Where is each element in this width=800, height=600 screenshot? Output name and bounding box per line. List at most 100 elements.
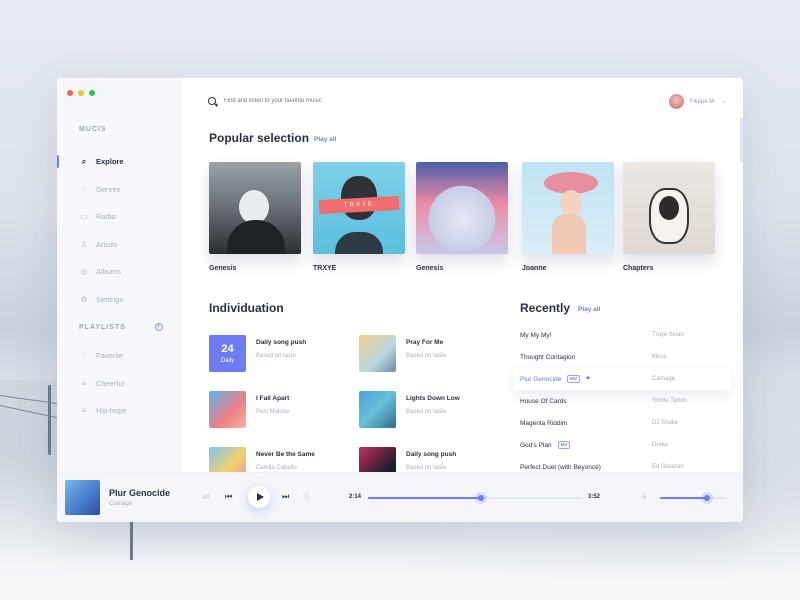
recent-track-title: Thought Contagion (520, 354, 652, 361)
now-playing-artist: Carnage (109, 501, 133, 507)
nav-item-artists[interactable]: ♙ Artists (57, 231, 181, 259)
lift-pole (48, 385, 51, 455)
seek-progress (368, 497, 482, 499)
search-input[interactable] (224, 98, 444, 104)
individuation-subtitle: Camila Cabello (256, 465, 297, 471)
close-dot[interactable] (67, 90, 73, 96)
recent-track-name: Perfect Duet (with Beyoncé) (520, 463, 601, 471)
album-card[interactable]: Chapters (623, 162, 715, 272)
avatar (668, 94, 684, 109)
recent-track-row[interactable]: House Of Cards Sidnie Tipton (520, 390, 725, 412)
add-playlist-icon[interactable]: + (155, 323, 163, 331)
album-card[interactable]: Genesis (209, 162, 301, 272)
individuation-item[interactable]: I Fall Apart Post Malone (209, 391, 289, 428)
minimize-dot[interactable] (78, 90, 84, 96)
list-icon: ≡ (81, 378, 87, 388)
individuation-subtitle: Based on taste (406, 409, 447, 415)
nav-item-radio[interactable]: ▭ Radio (57, 203, 181, 231)
individuation-title: Individuation (209, 301, 284, 315)
app-window: MUCIS ⌕ Explore ⁘ Genres ▭ Radio ♙ Artists ◎ Albu… (57, 78, 743, 522)
individuation-text: Daily song push Based on taste (256, 335, 306, 372)
previous-icon[interactable]: ⏮ (225, 493, 232, 501)
shuffle-icon[interactable]: ⤨ (302, 493, 308, 501)
nav-item-settings[interactable]: ⚙ Settings (57, 286, 181, 314)
individuation-text: Pray For Me Based on taste (406, 335, 446, 372)
individuation-title: Daily song push (256, 339, 307, 346)
playlist-item-label: Hip-hope (96, 406, 127, 416)
album-card[interactable]: Joanne (522, 162, 614, 272)
individuation-text: I Fall Apart Post Malone (256, 391, 289, 428)
scrollbar[interactable] (740, 118, 743, 162)
recent-track-row[interactable]: Magenta Riddim DJ Snake (520, 412, 725, 434)
individuation-item[interactable]: 24 Daily Daily song push Based on taste (209, 335, 306, 372)
volume-handle[interactable] (703, 495, 710, 501)
recent-track-title: Magenta Riddim (520, 420, 652, 427)
recent-track-name: Thought Contagion (520, 353, 576, 361)
recently-play-all[interactable]: Play all (578, 306, 600, 313)
nav-item-label: Explore (96, 157, 124, 167)
recent-track-name: My My My! (520, 331, 552, 339)
recently-list: My My My! Troye Sivan Thought Contagion Mus… (514, 324, 731, 478)
nav-item-genres[interactable]: ⁘ Genres (57, 176, 181, 204)
album-card[interactable]: TRXYE TRXYE (313, 162, 405, 272)
recent-track-row[interactable]: My My My! Troye Sivan (520, 324, 725, 346)
individuation-item[interactable]: Pray For Me Based on taste (359, 335, 446, 372)
album-title: Joanne (522, 265, 547, 272)
volume-level (660, 497, 707, 499)
recent-track-title: God's Plan MV (520, 441, 652, 449)
album-cover[interactable] (623, 162, 715, 254)
maximize-dot[interactable] (89, 90, 95, 96)
next-icon[interactable]: ⏭ (282, 493, 289, 501)
recently-title: Recently (520, 301, 571, 315)
cover-text: TRXYE (318, 195, 400, 215)
track-thumbnail[interactable] (359, 391, 396, 428)
album-card[interactable]: Genesis (416, 162, 508, 272)
individuation-subtitle: Post Malone (256, 409, 290, 415)
current-time: 2:14 (349, 494, 362, 500)
mv-badge[interactable]: MV (557, 441, 571, 449)
individuation-title: Lights Down Low (406, 395, 460, 402)
seek-handle[interactable] (478, 495, 485, 501)
user-name: Filippe M. (689, 98, 716, 105)
recent-track-row[interactable]: Plur Genocide MV 🔊︎ Carnage (514, 368, 731, 390)
search-bar (208, 97, 444, 105)
nav-item-explore[interactable]: ⌕ Explore (57, 148, 181, 176)
daily-badge[interactable]: 24 Daily (209, 335, 246, 372)
seek-bar[interactable] (368, 495, 582, 501)
track-thumbnail[interactable] (209, 391, 246, 428)
nav-item-label: Settings (96, 294, 124, 304)
play-icon (256, 493, 264, 501)
playlists-heading: PLAYLISTS + (79, 323, 163, 331)
recent-track-title: My My My! (520, 332, 652, 339)
volume-icon[interactable]: 🔈︎ (643, 493, 648, 501)
album-cover[interactable]: TRXYE (313, 162, 405, 254)
playlist-item-cheerful[interactable]: ≡ Cheerful (57, 370, 181, 398)
user-menu[interactable]: Filippe M. ⌄ (668, 94, 727, 109)
nav-item-label: Genres (96, 184, 121, 194)
search-icon (208, 97, 216, 105)
album-cover[interactable] (416, 162, 508, 254)
volume-bar[interactable] (660, 495, 726, 501)
recent-track-name: House Of Cards (520, 397, 567, 405)
individuation-item[interactable]: Lights Down Low Based on taste (359, 391, 460, 428)
recent-track-row[interactable]: Thought Contagion Muse (520, 346, 725, 368)
recent-track-artist: Ed Sheeran (652, 464, 684, 470)
mv-badge[interactable]: MV (567, 375, 580, 383)
album-cover[interactable] (522, 162, 614, 254)
track-thumbnail[interactable] (359, 335, 396, 372)
main-nav: ⌕ Explore ⁘ Genres ▭ Radio ♙ Artists ◎ Albums ⚙ Set… (57, 148, 181, 313)
nav-item-albums[interactable]: ◎ Albums (57, 258, 181, 286)
now-playing-cover[interactable] (65, 480, 100, 515)
playlists-label: PLAYLISTS (79, 323, 126, 331)
playlist-item-hip-hope[interactable]: ≡ Hip-hope (57, 397, 181, 425)
playlist-item-favorite[interactable]: ♡ Favorite (57, 342, 181, 370)
repeat-icon[interactable]: ⇄ (203, 493, 210, 501)
individuation-subtitle: Based on taste (406, 465, 447, 471)
recent-track-row[interactable]: God's Plan MV Drake (520, 434, 725, 456)
play-button[interactable] (248, 486, 270, 508)
recent-track-title: House Of Cards (520, 398, 652, 405)
playlist-item-label: Cheerful (96, 378, 125, 388)
window-controls (67, 90, 95, 96)
album-cover[interactable] (209, 162, 301, 254)
popular-play-all[interactable]: Play all (314, 136, 336, 143)
